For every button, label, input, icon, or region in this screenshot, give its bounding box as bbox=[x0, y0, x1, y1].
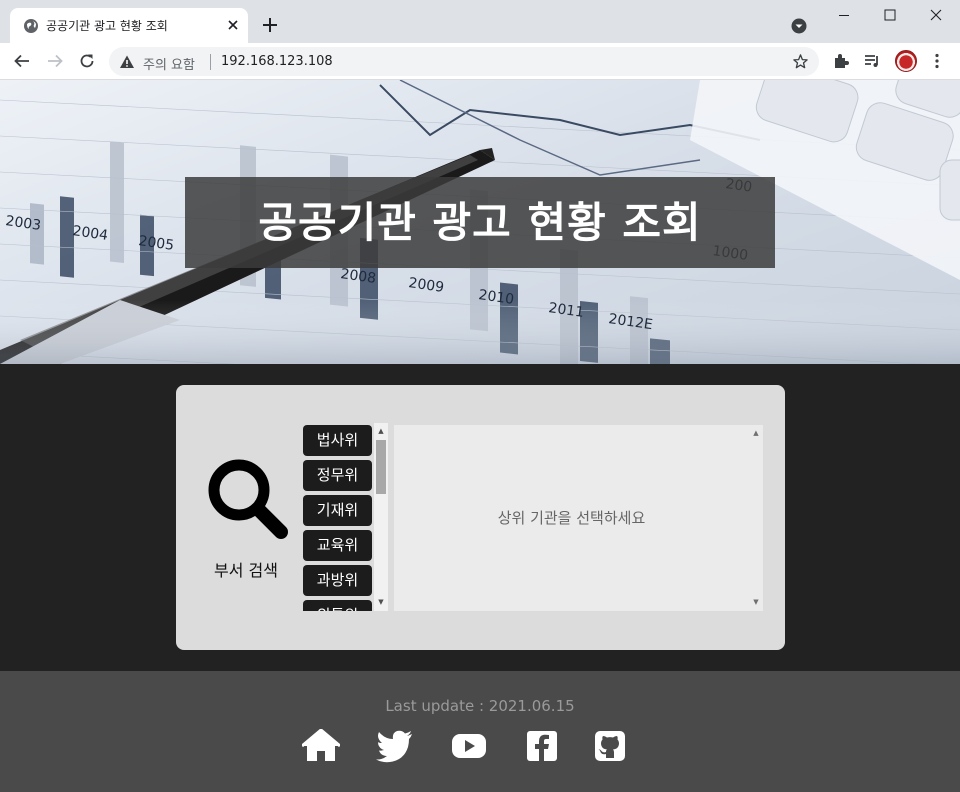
department-item[interactable]: 교육위 bbox=[303, 530, 372, 561]
new-tab-icon[interactable] bbox=[260, 15, 280, 35]
bookmark-star-icon[interactable] bbox=[792, 53, 809, 70]
close-icon[interactable] bbox=[225, 17, 241, 33]
department-item[interactable]: 정무위 bbox=[303, 460, 372, 491]
result-scrollbar[interactable]: ▲ ▼ bbox=[749, 425, 763, 611]
scroll-down-arrow-icon[interactable]: ▼ bbox=[751, 597, 761, 607]
scroll-up-arrow-icon[interactable]: ▲ bbox=[751, 428, 761, 438]
menu-dots-icon[interactable] bbox=[928, 52, 946, 70]
department-item[interactable]: 법사위 bbox=[303, 425, 372, 456]
maximize-icon[interactable] bbox=[882, 7, 898, 23]
tab-title: 공공기관 광고 현황 조회 bbox=[46, 19, 168, 33]
search-label: 부서 검색 bbox=[214, 561, 278, 580]
twitter-icon[interactable] bbox=[376, 729, 414, 763]
hero-decor-bar bbox=[30, 203, 44, 265]
hero-decor-bar bbox=[110, 141, 124, 264]
hero-title-box: 공공기관 광고 현황 조회 bbox=[185, 177, 775, 268]
youtube-icon[interactable] bbox=[450, 729, 488, 763]
address-bar[interactable]: 주의 요함 192.168.123.108 bbox=[109, 47, 819, 76]
github-icon[interactable] bbox=[590, 729, 628, 763]
minimize-icon[interactable] bbox=[836, 7, 852, 23]
extensions-icon[interactable] bbox=[832, 52, 850, 70]
profile-avatar[interactable] bbox=[895, 50, 917, 72]
scroll-up-arrow-icon[interactable]: ▲ bbox=[376, 426, 386, 436]
tab-search-icon[interactable] bbox=[791, 18, 807, 34]
department-scroll-thumb[interactable] bbox=[376, 440, 386, 494]
hero-decor-label: 2009 bbox=[407, 275, 445, 296]
main-section: 부서 검색 법사위 정무위 기재위 교육위 과방위 외통위 ▲ ▼ 상위 기관을… bbox=[0, 364, 960, 671]
globe-icon bbox=[24, 19, 38, 33]
browser-toolbar: 주의 요함 192.168.123.108 bbox=[0, 43, 960, 80]
result-list[interactable]: 상위 기관을 선택하세요 ▲ ▼ bbox=[394, 425, 763, 611]
window-close-icon[interactable] bbox=[928, 7, 944, 23]
home-icon[interactable] bbox=[302, 729, 340, 763]
department-item[interactable]: 과방위 bbox=[303, 565, 372, 596]
search-icon bbox=[208, 459, 288, 539]
hero-decor-label: 2004 bbox=[71, 223, 109, 244]
reload-icon[interactable] bbox=[78, 52, 96, 70]
address-separator bbox=[210, 54, 211, 70]
media-queue-icon[interactable] bbox=[863, 52, 881, 70]
warning-icon[interactable] bbox=[119, 54, 135, 70]
forward-arrow-icon[interactable] bbox=[46, 52, 64, 70]
scroll-down-arrow-icon[interactable]: ▼ bbox=[376, 597, 386, 607]
browser-titlebar: 공공기관 광고 현황 조회 bbox=[0, 0, 960, 43]
security-warning-text[interactable]: 주의 요함 bbox=[143, 54, 195, 73]
back-arrow-icon[interactable] bbox=[13, 52, 31, 70]
footer: Last update : 2021.06.15 bbox=[0, 671, 960, 792]
last-update-text: Last update : 2021.06.15 bbox=[385, 697, 575, 715]
department-item[interactable]: 기재위 bbox=[303, 495, 372, 526]
department-list[interactable]: 법사위 정무위 기재위 교육위 과방위 외통위 ▲ ▼ bbox=[300, 423, 390, 611]
page-title: 공공기관 광고 현황 조회 bbox=[258, 198, 702, 247]
hero-banner: 20032004200520082009201020112012E1000200… bbox=[0, 80, 960, 364]
browser-tab[interactable]: 공공기관 광고 현황 조회 bbox=[10, 8, 248, 43]
department-item[interactable]: 외통위 bbox=[303, 600, 372, 611]
search-panel: 부서 검색 법사위 정무위 기재위 교육위 과방위 외통위 ▲ ▼ 상위 기관을… bbox=[176, 385, 785, 650]
facebook-icon[interactable] bbox=[523, 729, 561, 763]
result-placeholder: 상위 기관을 선택하세요 bbox=[497, 509, 646, 527]
url-text[interactable]: 192.168.123.108 bbox=[221, 54, 333, 69]
